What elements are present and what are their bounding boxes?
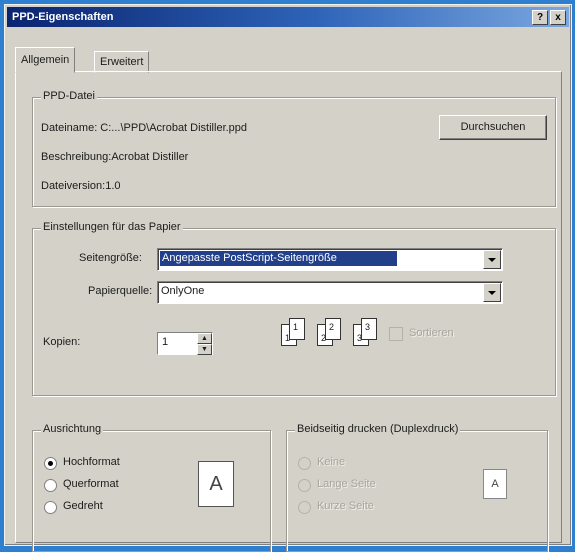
- tab-page-general: PPD-Datei Dateiname: C:...\PPD\Acrobat D…: [15, 71, 562, 552]
- orientation-rotated-label[interactable]: Gedreht: [63, 500, 103, 512]
- chevron-down-icon[interactable]: [483, 250, 501, 269]
- ppd-version: Dateiversion:1.0: [41, 180, 121, 192]
- radio-gedreht[interactable]: [44, 501, 57, 514]
- browse-button[interactable]: Durchsuchen: [439, 115, 547, 140]
- title-bar[interactable]: PPD-Eigenschaften ? x: [7, 7, 569, 27]
- help-button[interactable]: ?: [532, 10, 548, 25]
- spin-up-icon[interactable]: ▲: [197, 333, 212, 344]
- radio-querformat[interactable]: [44, 479, 57, 492]
- chevron-down-icon[interactable]: [483, 283, 501, 302]
- copies-stepper[interactable]: 1 ▲ ▼: [157, 332, 213, 355]
- radio-hochformat[interactable]: [44, 457, 57, 470]
- radio-kurze-seite[interactable]: [298, 501, 311, 514]
- ppd-properties-window: PPD-Eigenschaften ? x Allgemein Erweiter…: [4, 4, 572, 552]
- page-icon: 2: [325, 318, 341, 340]
- page-size-value: Angepasste PostScript-Seitengröße: [160, 251, 397, 266]
- copies-label: Kopien:: [43, 336, 81, 348]
- orientation-group: Ausrichtung Hochformat Querformat Gedreh…: [32, 423, 271, 552]
- copies-spin-buttons[interactable]: ▲ ▼: [197, 333, 212, 355]
- duplex-preview-icon: A: [483, 469, 507, 499]
- duplex-none-label[interactable]: Keine: [317, 456, 345, 468]
- page-size-label: Seitengröße:: [79, 252, 142, 264]
- tab-erweitert[interactable]: Erweitert: [94, 51, 150, 73]
- ppd-file-legend: PPD-Datei: [41, 90, 97, 102]
- paper-source-value: OnlyOne: [161, 285, 205, 297]
- paper-settings-group: Einstellungen für das Papier Seitengröße…: [32, 221, 556, 396]
- paper-settings-legend: Einstellungen für das Papier: [41, 221, 183, 233]
- duplex-group: Beidseitig drucken (Duplexdruck) Keine L…: [286, 423, 548, 552]
- page-icon: 3: [361, 318, 377, 340]
- page-icon: 1: [289, 318, 305, 340]
- ppd-filename: Dateiname: C:...\PPD\Acrobat Distiller.p…: [41, 122, 248, 134]
- orientation-preview-icon: A: [198, 461, 234, 507]
- page-number: 3: [365, 322, 371, 332]
- duplex-short-edge-label[interactable]: Kurze Seite: [317, 500, 374, 512]
- collate-checkbox[interactable]: [389, 327, 403, 341]
- radio-lange-seite[interactable]: [298, 479, 311, 492]
- collate-label: Sortieren: [409, 327, 454, 339]
- duplex-legend: Beidseitig drucken (Duplexdruck): [295, 423, 461, 435]
- paper-source-label: Papierquelle:: [88, 285, 153, 297]
- page-number: 1: [293, 322, 299, 332]
- copies-value: 1: [162, 336, 169, 348]
- orientation-legend: Ausrichtung: [41, 423, 104, 435]
- page-number: 2: [329, 322, 335, 332]
- ppd-description: Beschreibung:Acrobat Distiller: [41, 151, 189, 163]
- orientation-portrait-label[interactable]: Hochformat: [63, 456, 120, 468]
- tab-allgemein[interactable]: Allgemein: [15, 47, 76, 73]
- orientation-landscape-label[interactable]: Querformat: [63, 478, 119, 490]
- ppd-file-group: PPD-Datei Dateiname: C:...\PPD\Acrobat D…: [32, 90, 556, 207]
- spin-down-icon[interactable]: ▼: [197, 344, 212, 355]
- page-size-select[interactable]: Angepasste PostScript-Seitengröße: [157, 248, 503, 271]
- close-button[interactable]: x: [550, 10, 566, 25]
- radio-keine[interactable]: [298, 457, 311, 470]
- duplex-long-edge-label[interactable]: Lange Seite: [317, 478, 376, 490]
- paper-source-select[interactable]: OnlyOne: [157, 281, 503, 304]
- window-title: PPD-Eigenschaften: [12, 11, 114, 23]
